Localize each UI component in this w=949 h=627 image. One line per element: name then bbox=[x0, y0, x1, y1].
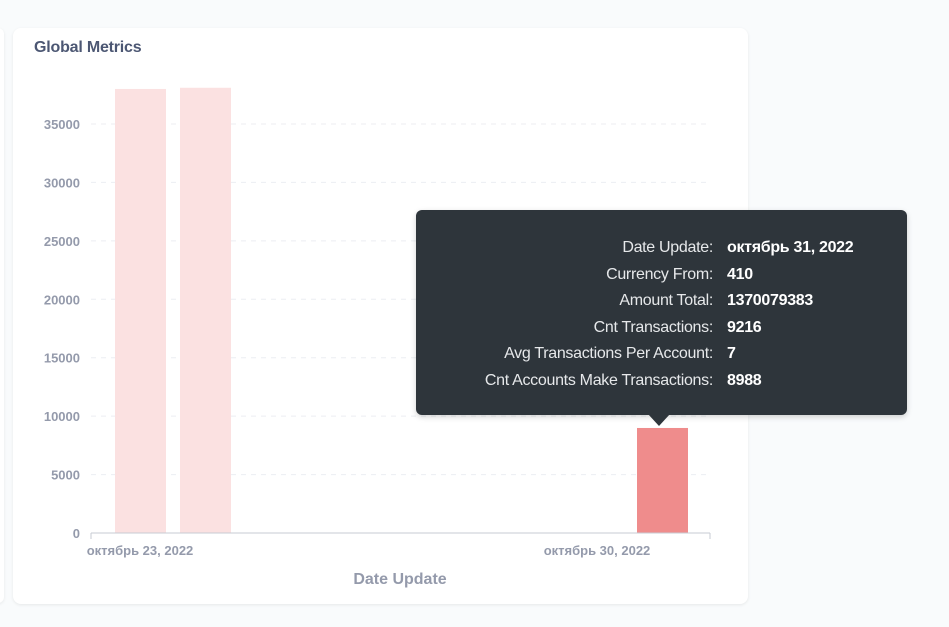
y-tick-label: 15000 bbox=[44, 351, 80, 366]
y-tick-label: 20000 bbox=[44, 292, 80, 307]
tooltip-value: 1370079383 bbox=[727, 292, 813, 310]
y-tick-label: 10000 bbox=[44, 409, 80, 424]
tooltip-row: Currency From: 410 bbox=[416, 262, 907, 289]
tooltip-row: Cnt Transactions: 9216 bbox=[416, 315, 907, 342]
tooltip-key: Date Update: bbox=[622, 239, 713, 256]
data-tooltip: Date Update: октябрь 31, 2022 Currency F… bbox=[416, 210, 907, 415]
bar[interactable] bbox=[115, 88, 166, 533]
tooltip-row: Avg Transactions Per Account: 7 bbox=[416, 341, 907, 368]
tooltip-key: Avg Transactions Per Account: bbox=[504, 345, 713, 363]
y-tick-label: 30000 bbox=[44, 175, 80, 190]
tooltip-key: Cnt Accounts Make Transactions: bbox=[484, 371, 713, 389]
y-tick-label: 5000 bbox=[51, 468, 80, 483]
tooltip-value: 9216 bbox=[727, 318, 762, 336]
bar[interactable] bbox=[180, 87, 231, 533]
tooltip-value: 410 bbox=[727, 265, 753, 283]
tooltip-key: Cnt Transactions: bbox=[593, 318, 714, 336]
tooltip-key: Currency From: bbox=[606, 265, 713, 283]
tooltip-value: 8988 bbox=[727, 371, 762, 389]
y-tick-label: 35000 bbox=[44, 117, 80, 132]
x-tick-label-2: октябрь 30, 2022 bbox=[544, 543, 651, 558]
y-axis-ticks: 0 5000 10000 15000 20000 25000 30000 35000 bbox=[44, 117, 80, 541]
tooltip-row: Amount Total: 1370079383 bbox=[416, 288, 907, 315]
x-tick-label-1: октябрь 23, 2022 bbox=[87, 543, 194, 558]
tooltip-key: Amount Total: bbox=[619, 292, 713, 310]
tooltip-arrow bbox=[648, 414, 670, 426]
y-tick-label: 25000 bbox=[44, 234, 80, 249]
bar[interactable] bbox=[637, 427, 688, 533]
tooltip-value: октябрь 31, 2022 bbox=[727, 239, 854, 256]
tooltip-row: Cnt Accounts Make Transactions: 8988 bbox=[416, 368, 907, 395]
y-tick-label: 0 bbox=[73, 526, 80, 541]
tooltip-row: Date Update: октябрь 31, 2022 bbox=[416, 235, 907, 262]
tooltip-value: 7 bbox=[727, 345, 736, 363]
x-axis-title: Date Update bbox=[353, 571, 446, 588]
